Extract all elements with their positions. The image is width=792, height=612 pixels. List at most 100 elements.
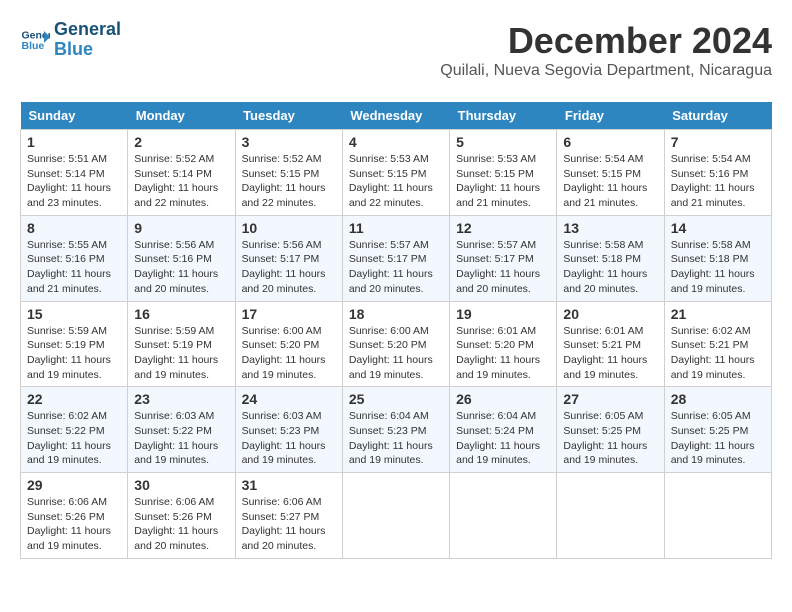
weekday-header-monday: Monday <box>128 102 235 130</box>
day-number: 19 <box>456 306 550 322</box>
day-info: Sunrise: 5:52 AMSunset: 5:14 PMDaylight:… <box>134 152 228 211</box>
day-info: Sunrise: 5:54 AMSunset: 5:15 PMDaylight:… <box>563 152 657 211</box>
day-info: Sunrise: 5:53 AMSunset: 5:15 PMDaylight:… <box>456 152 550 211</box>
calendar-cell: 26 Sunrise: 6:04 AMSunset: 5:24 PMDayligh… <box>450 387 557 473</box>
calendar-week-5: 29Sunrise: 6:06 AMSunset: 5:26 PMDayligh… <box>21 473 772 559</box>
day-number: 16 <box>134 306 228 322</box>
calendar-cell: 2 Sunrise: 5:52 AMSunset: 5:14 PMDaylight… <box>128 130 235 216</box>
calendar-cell: 30 Sunrise: 6:06 AMSunset: 5:26 PMDayligh… <box>128 473 235 559</box>
day-number: 17 <box>242 306 336 322</box>
day-number: 1 <box>27 134 121 150</box>
day-number: 22 <box>27 391 121 407</box>
calendar-cell: 12 Sunrise: 5:57 AMSunset: 5:17 PMDayligh… <box>450 215 557 301</box>
calendar-cell: 17 Sunrise: 6:00 AMSunset: 5:20 PMDayligh… <box>235 301 342 387</box>
calendar-cell: 15 Sunrise: 5:59 AMSunset: 5:19 PMDayligh… <box>21 301 128 387</box>
calendar-cell: 6 Sunrise: 5:54 AMSunset: 5:15 PMDaylight… <box>557 130 664 216</box>
calendar-cell: 19 Sunrise: 6:01 AMSunset: 5:20 PMDayligh… <box>450 301 557 387</box>
day-number: 15 <box>27 306 121 322</box>
day-number: 10 <box>242 220 336 236</box>
day-number: 25 <box>349 391 443 407</box>
calendar-cell: 8Sunrise: 5:55 AMSunset: 5:16 PMDaylight… <box>21 215 128 301</box>
day-number: 6 <box>563 134 657 150</box>
day-info: Sunrise: 6:02 AMSunset: 5:21 PMDaylight:… <box>671 324 765 383</box>
day-info: Sunrise: 6:06 AMSunset: 5:27 PMDaylight:… <box>242 495 336 554</box>
logo: General Blue General Blue <box>20 20 121 60</box>
day-number: 20 <box>563 306 657 322</box>
day-info: Sunrise: 6:04 AMSunset: 5:24 PMDaylight:… <box>456 409 550 468</box>
calendar-cell: 10 Sunrise: 5:56 AMSunset: 5:17 PMDayligh… <box>235 215 342 301</box>
day-info: Sunrise: 5:52 AMSunset: 5:15 PMDaylight:… <box>242 152 336 211</box>
day-info: Sunrise: 5:55 AMSunset: 5:16 PMDaylight:… <box>27 238 121 297</box>
location: Quilali, Nueva Segovia Department, Nicar… <box>440 62 772 80</box>
logo-line2: Blue <box>54 40 121 60</box>
calendar-cell <box>450 473 557 559</box>
day-info: Sunrise: 5:57 AMSunset: 5:17 PMDaylight:… <box>349 238 443 297</box>
calendar-cell: 27Sunrise: 6:05 AMSunset: 5:25 PMDayligh… <box>557 387 664 473</box>
day-number: 21 <box>671 306 765 322</box>
day-info: Sunrise: 6:06 AMSunset: 5:26 PMDaylight:… <box>27 495 121 554</box>
calendar-cell: 7Sunrise: 5:54 AMSunset: 5:16 PMDaylight… <box>664 130 771 216</box>
day-number: 2 <box>134 134 228 150</box>
day-info: Sunrise: 5:58 AMSunset: 5:18 PMDaylight:… <box>563 238 657 297</box>
day-info: Sunrise: 6:04 AMSunset: 5:23 PMDaylight:… <box>349 409 443 468</box>
calendar-cell: 3 Sunrise: 5:52 AMSunset: 5:15 PMDaylight… <box>235 130 342 216</box>
day-number: 31 <box>242 477 336 493</box>
day-info: Sunrise: 6:03 AMSunset: 5:23 PMDaylight:… <box>242 409 336 468</box>
weekday-header-tuesday: Tuesday <box>235 102 342 130</box>
day-number: 28 <box>671 391 765 407</box>
weekday-header-thursday: Thursday <box>450 102 557 130</box>
svg-text:Blue: Blue <box>22 40 45 52</box>
day-number: 30 <box>134 477 228 493</box>
calendar-week-2: 8Sunrise: 5:55 AMSunset: 5:16 PMDaylight… <box>21 215 772 301</box>
calendar-cell: 25 Sunrise: 6:04 AMSunset: 5:23 PMDayligh… <box>342 387 449 473</box>
day-info: Sunrise: 5:59 AMSunset: 5:19 PMDaylight:… <box>134 324 228 383</box>
day-info: Sunrise: 5:54 AMSunset: 5:16 PMDaylight:… <box>671 152 765 211</box>
calendar-cell: 29Sunrise: 6:06 AMSunset: 5:26 PMDayligh… <box>21 473 128 559</box>
day-info: Sunrise: 5:57 AMSunset: 5:17 PMDaylight:… <box>456 238 550 297</box>
calendar-cell: 4 Sunrise: 5:53 AMSunset: 5:15 PMDaylight… <box>342 130 449 216</box>
calendar-week-1: 1Sunrise: 5:51 AMSunset: 5:14 PMDaylight… <box>21 130 772 216</box>
day-number: 3 <box>242 134 336 150</box>
day-number: 24 <box>242 391 336 407</box>
day-info: Sunrise: 6:06 AMSunset: 5:26 PMDaylight:… <box>134 495 228 554</box>
day-number: 12 <box>456 220 550 236</box>
day-number: 18 <box>349 306 443 322</box>
calendar-cell <box>664 473 771 559</box>
calendar-cell: 16 Sunrise: 5:59 AMSunset: 5:19 PMDayligh… <box>128 301 235 387</box>
day-info: Sunrise: 6:00 AMSunset: 5:20 PMDaylight:… <box>349 324 443 383</box>
weekday-header-friday: Friday <box>557 102 664 130</box>
calendar-cell: 23Sunrise: 6:03 AMSunset: 5:22 PMDayligh… <box>128 387 235 473</box>
calendar-cell: 5Sunrise: 5:53 AMSunset: 5:15 PMDaylight… <box>450 130 557 216</box>
day-info: Sunrise: 6:02 AMSunset: 5:22 PMDaylight:… <box>27 409 121 468</box>
day-info: Sunrise: 5:53 AMSunset: 5:15 PMDaylight:… <box>349 152 443 211</box>
calendar-cell: 13 Sunrise: 5:58 AMSunset: 5:18 PMDayligh… <box>557 215 664 301</box>
weekday-header-sunday: Sunday <box>21 102 128 130</box>
day-info: Sunrise: 5:56 AMSunset: 5:17 PMDaylight:… <box>242 238 336 297</box>
calendar-cell: 14Sunrise: 5:58 AMSunset: 5:18 PMDayligh… <box>664 215 771 301</box>
calendar-cell: 1Sunrise: 5:51 AMSunset: 5:14 PMDaylight… <box>21 130 128 216</box>
calendar-cell: 28Sunrise: 6:05 AMSunset: 5:25 PMDayligh… <box>664 387 771 473</box>
calendar-cell: 9Sunrise: 5:56 AMSunset: 5:16 PMDaylight… <box>128 215 235 301</box>
calendar-cell: 22 Sunrise: 6:02 AMSunset: 5:22 PMDayligh… <box>21 387 128 473</box>
logo-line1: General <box>54 20 121 40</box>
calendar-cell: 31 Sunrise: 6:06 AMSunset: 5:27 PMDayligh… <box>235 473 342 559</box>
day-number: 26 <box>456 391 550 407</box>
day-info: Sunrise: 6:01 AMSunset: 5:20 PMDaylight:… <box>456 324 550 383</box>
day-number: 13 <box>563 220 657 236</box>
calendar-cell <box>557 473 664 559</box>
day-number: 27 <box>563 391 657 407</box>
calendar-cell: 21 Sunrise: 6:02 AMSunset: 5:21 PMDayligh… <box>664 301 771 387</box>
calendar-cell <box>342 473 449 559</box>
day-info: Sunrise: 5:56 AMSunset: 5:16 PMDaylight:… <box>134 238 228 297</box>
calendar-week-4: 22 Sunrise: 6:02 AMSunset: 5:22 PMDayligh… <box>21 387 772 473</box>
day-number: 11 <box>349 220 443 236</box>
day-info: Sunrise: 5:59 AMSunset: 5:19 PMDaylight:… <box>27 324 121 383</box>
day-number: 4 <box>349 134 443 150</box>
calendar-week-3: 15 Sunrise: 5:59 AMSunset: 5:19 PMDayligh… <box>21 301 772 387</box>
day-info: Sunrise: 6:00 AMSunset: 5:20 PMDaylight:… <box>242 324 336 383</box>
day-info: Sunrise: 5:58 AMSunset: 5:18 PMDaylight:… <box>671 238 765 297</box>
weekday-header-saturday: Saturday <box>664 102 771 130</box>
month-title: December 2024 <box>440 20 772 62</box>
calendar-cell: 18 Sunrise: 6:00 AMSunset: 5:20 PMDayligh… <box>342 301 449 387</box>
calendar-cell: 24 Sunrise: 6:03 AMSunset: 5:23 PMDayligh… <box>235 387 342 473</box>
